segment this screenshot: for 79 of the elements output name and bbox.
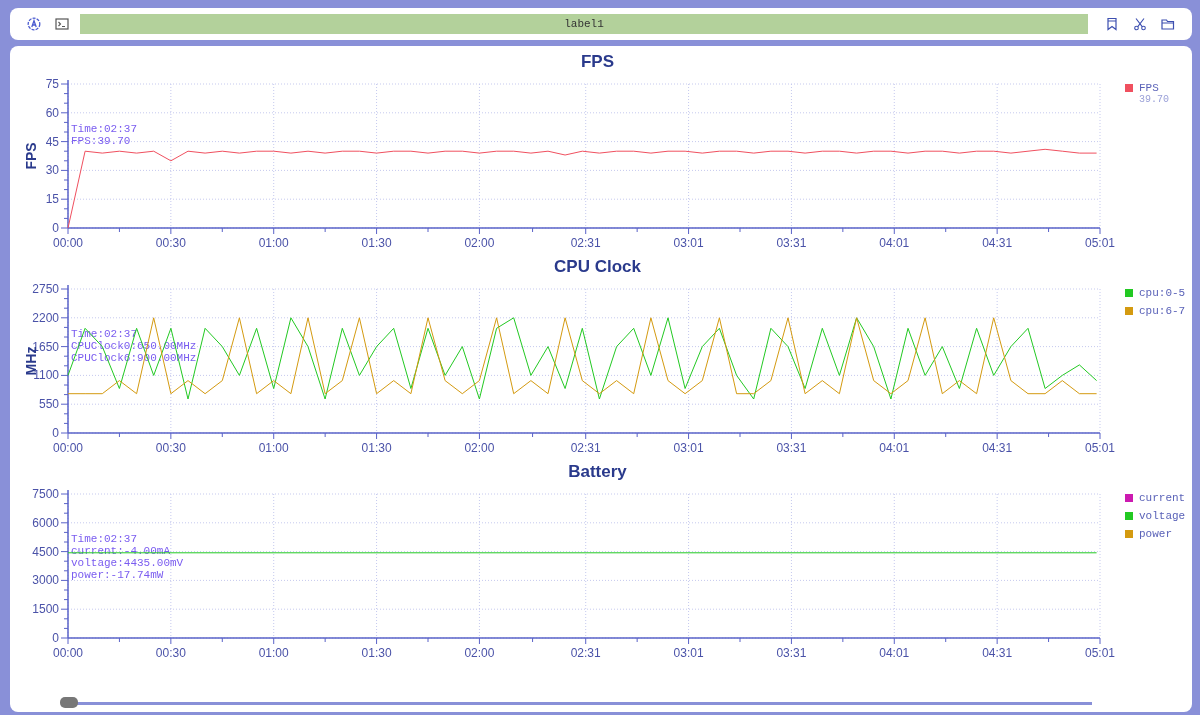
legend-value: 39.70 xyxy=(1138,94,1170,105)
x-tick-label: 02:00 xyxy=(464,441,495,455)
legend-item[interactable]: current xyxy=(1125,492,1192,504)
x-tick-label: 03:01 xyxy=(673,646,704,660)
y-tick-label: 60 xyxy=(45,105,59,120)
x-tick-label: 05:01 xyxy=(1085,646,1115,660)
x-tick-label: 04:31 xyxy=(982,441,1013,455)
bookmark-icon[interactable] xyxy=(1105,17,1119,31)
x-tick-label: 03:31 xyxy=(776,236,807,250)
x-tick-label: 01:00 xyxy=(258,236,289,250)
circled-letter-icon[interactable] xyxy=(27,17,41,31)
legend-item[interactable]: FPS xyxy=(1125,82,1192,94)
y-tick-label: 4500 xyxy=(32,544,59,559)
y-tick-label: 3000 xyxy=(32,573,59,588)
legend-label: current xyxy=(1139,492,1186,504)
tooltip-text: power:-17.74mW xyxy=(71,568,164,581)
y-tick-label: 45 xyxy=(45,134,59,149)
y-tick-label: 0 xyxy=(52,426,59,440)
y-tick-label: 75 xyxy=(45,77,59,91)
tooltip-text: FPS:39.70 xyxy=(71,134,131,147)
chart-title: FPS xyxy=(579,52,616,73)
x-tick-label: 02:31 xyxy=(570,646,601,660)
x-tick-label: 02:31 xyxy=(570,236,601,250)
x-tick-label: 03:31 xyxy=(776,646,807,660)
legend-item[interactable]: cpu:0-5 xyxy=(1125,287,1192,299)
y-axis-label: FPS xyxy=(23,142,39,170)
x-tick-label: 02:00 xyxy=(464,646,495,660)
x-tick-label: 00:30 xyxy=(155,236,186,250)
x-tick-label: 05:01 xyxy=(1085,441,1115,455)
x-tick-label: 00:30 xyxy=(155,646,186,660)
y-tick-label: 6000 xyxy=(32,515,59,530)
y-tick-label: 2750 xyxy=(32,282,59,296)
x-tick-label: 01:00 xyxy=(258,441,289,455)
x-tick-label: 04:01 xyxy=(879,236,910,250)
tooltip-text: Time:02:37 xyxy=(71,532,137,545)
x-tick-label: 00:00 xyxy=(53,646,83,660)
legend-label: power xyxy=(1139,528,1172,540)
y-tick-label: 30 xyxy=(45,163,59,178)
legend-label: cpu:6-7 xyxy=(1139,305,1186,317)
y-tick-label: 0 xyxy=(52,631,59,645)
legend-item[interactable]: cpu:6-7 xyxy=(1125,305,1192,317)
x-tick-label: 01:30 xyxy=(361,236,392,250)
terminal-icon[interactable] xyxy=(55,17,69,31)
x-tick-label: 03:31 xyxy=(776,441,807,455)
legend-item[interactable]: power xyxy=(1125,528,1192,540)
x-tick-label: 01:30 xyxy=(361,646,392,660)
legend-label: cpu:0-5 xyxy=(1139,287,1186,299)
scissors-icon[interactable] xyxy=(1133,17,1147,31)
y-tick-label: 7500 xyxy=(32,487,59,501)
x-tick-label: 02:31 xyxy=(570,441,601,455)
chart-title: CPU Clock xyxy=(553,257,642,278)
x-tick-label: 00:00 xyxy=(53,236,83,250)
slider-thumb[interactable] xyxy=(60,697,78,708)
status-label: label1 xyxy=(80,14,1088,34)
folder-icon[interactable] xyxy=(1161,17,1175,31)
x-tick-label: 03:01 xyxy=(673,236,704,250)
x-tick-label: 04:01 xyxy=(879,441,910,455)
chart-title: Battery xyxy=(567,462,628,483)
x-tick-label: 00:30 xyxy=(155,441,186,455)
x-tick-label: 00:00 xyxy=(53,441,83,455)
x-tick-label: 04:31 xyxy=(982,646,1013,660)
y-tick-label: 550 xyxy=(38,397,59,412)
legend-label: voltage xyxy=(1139,510,1186,522)
tooltip-text: Time:02:37 xyxy=(71,122,137,135)
x-tick-label: 05:01 xyxy=(1085,236,1115,250)
legend-label: FPS xyxy=(1139,82,1159,94)
legend-item[interactable]: voltage xyxy=(1125,510,1192,522)
x-tick-label: 01:30 xyxy=(361,441,392,455)
x-tick-label: 04:31 xyxy=(982,236,1013,250)
x-tick-label: 04:01 xyxy=(879,646,910,660)
x-tick-label: 02:00 xyxy=(464,236,495,250)
x-tick-label: 01:00 xyxy=(258,646,289,660)
tooltip-text: voltage:4435.00mV xyxy=(71,556,184,569)
y-tick-label: 1500 xyxy=(32,602,59,617)
y-tick-label: 0 xyxy=(52,221,59,235)
x-tick-label: 03:01 xyxy=(673,441,704,455)
y-tick-label: 2200 xyxy=(32,310,59,325)
time-slider[interactable] xyxy=(60,697,1092,709)
y-tick-label: 15 xyxy=(45,192,59,207)
